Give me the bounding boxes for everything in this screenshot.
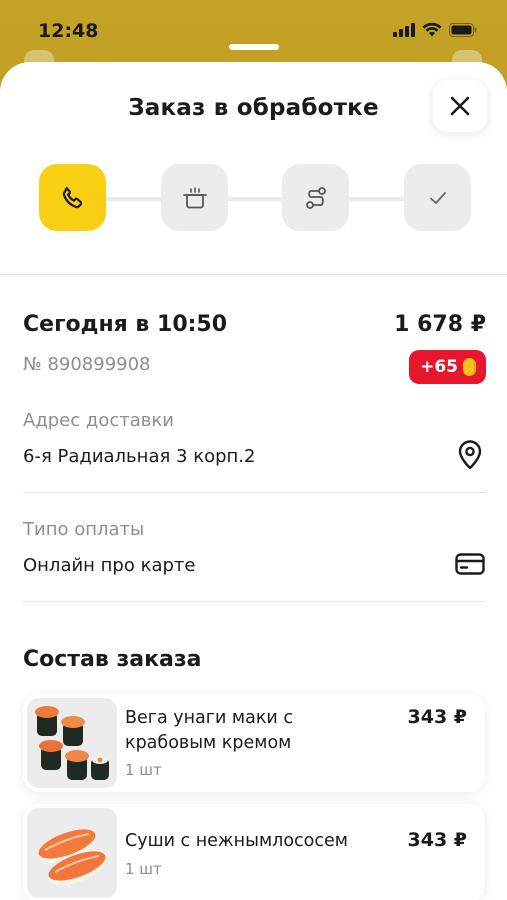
order-total: 1 678 ₽ — [394, 312, 486, 337]
bonus-badge: +65 — [409, 350, 486, 384]
cooking-pot-icon — [182, 186, 207, 208]
order-item[interactable]: Суши с нежнымлососем 1 шт 343 ₽ — [23, 804, 485, 900]
bonus-coin-icon — [463, 358, 476, 376]
status-time: 12:48 — [38, 20, 99, 42]
payment-type-label: Типо оплаты — [23, 519, 145, 540]
item-name: Вега унаги маки с крабовым кремом — [125, 708, 293, 753]
step-connector — [221, 197, 289, 201]
payment-card-indicator — [455, 549, 485, 579]
item-quantity: 1 шт — [125, 860, 162, 878]
step-connector — [341, 197, 411, 201]
checkmark-icon — [429, 191, 446, 204]
order-status-sheet: Заказ в обработке Сегодня в 10:50 1 678 … — [0, 62, 507, 900]
step-connector — [99, 197, 169, 201]
cellular-signal-icon — [393, 22, 415, 37]
step-delivered — [404, 164, 471, 231]
step-cooking — [161, 164, 228, 231]
status-bar: 12:48 — [0, 0, 507, 64]
step-delivery — [282, 164, 349, 231]
map-pin-icon — [458, 440, 482, 470]
wifi-icon — [422, 22, 442, 37]
field-divider — [23, 492, 486, 493]
sheet-grabber[interactable] — [229, 44, 279, 50]
field-divider — [23, 601, 486, 602]
item-price: 343 ₽ — [407, 706, 468, 728]
delivery-address-label: Адрес доставки — [23, 410, 174, 431]
close-icon — [450, 96, 470, 116]
item-image — [27, 808, 117, 898]
status-icons — [393, 22, 477, 37]
payment-type-value: Онлайн про карте — [23, 555, 196, 576]
phone-icon — [62, 186, 82, 208]
close-button[interactable] — [433, 80, 487, 132]
section-divider — [0, 274, 507, 275]
item-price: 343 ₽ — [407, 829, 468, 851]
order-date: Сегодня в 10:50 — [23, 312, 228, 337]
order-composition-title: Состав заказа — [23, 647, 202, 672]
item-name: Суши с нежнымлососем — [125, 831, 348, 851]
item-quantity: 1 шт — [125, 761, 162, 779]
order-number: № 890899908 — [23, 354, 151, 375]
map-pin-button[interactable] — [455, 440, 485, 470]
sheet-title: Заказ в обработке — [128, 95, 379, 121]
battery-icon — [449, 22, 477, 37]
step-call-confirmed — [39, 164, 106, 231]
credit-card-icon — [455, 553, 485, 575]
order-progress-steps — [39, 164, 471, 232]
delivery-address-value: 6-я Радиальная 3 корп.2 — [23, 446, 256, 467]
item-image — [27, 698, 117, 788]
order-item[interactable]: Вега унаги маки с крабовым кремом 1 шт 3… — [23, 694, 485, 792]
route-icon — [305, 186, 326, 209]
bonus-amount: +65 — [420, 357, 458, 377]
